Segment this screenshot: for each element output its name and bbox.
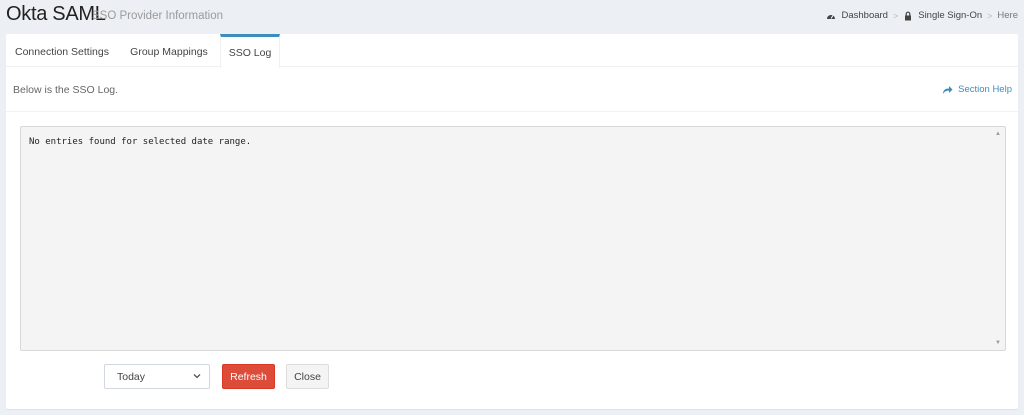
chevron-down-icon <box>193 374 201 379</box>
breadcrumb-separator: > <box>987 10 993 21</box>
sso-log-textarea[interactable]: No entries found for selected date range… <box>20 126 1006 351</box>
close-button[interactable]: Close <box>286 364 329 389</box>
page-subtitle: SSO Provider Information <box>92 10 224 22</box>
tab-sso-log[interactable]: SSO Log <box>220 34 280 68</box>
breadcrumb-single-sign-on[interactable]: Single Sign-On <box>903 10 982 21</box>
lock-icon <box>905 11 912 20</box>
dashboard-icon <box>827 14 836 19</box>
date-range-select[interactable]: Today <box>104 364 210 389</box>
tab-group-mappings[interactable]: Group Mappings <box>118 34 220 67</box>
log-text: No entries found for selected date range… <box>29 137 252 147</box>
tab-bar: Connection Settings Group Mappings SSO L… <box>6 34 1018 68</box>
date-range-value: Today <box>117 370 146 383</box>
breadcrumb-dashboard[interactable]: Dashboard <box>826 10 888 21</box>
refresh-button[interactable]: Refresh <box>222 364 275 389</box>
breadcrumb-current: Here <box>997 10 1018 21</box>
breadcrumb-dashboard-label: Dashboard <box>841 10 888 21</box>
tab-connection-settings[interactable]: Connection Settings <box>6 34 118 67</box>
content-header: Okta SAML SSO Provider Information Dashb… <box>0 0 1024 34</box>
scroll-up-arrow[interactable]: ▲ <box>994 130 1002 138</box>
breadcrumb-single-sign-on-label: Single Sign-On <box>918 10 983 21</box>
page-title: Okta SAML <box>6 3 106 25</box>
section-help-label: Section Help <box>958 84 1012 95</box>
section-help-link[interactable]: Section Help <box>942 84 1012 95</box>
breadcrumb: Dashboard > Single Sign-On > Here <box>826 10 1018 21</box>
sso-panel: Connection Settings Group Mappings SSO L… <box>6 34 1018 409</box>
share-arrow-icon <box>943 85 953 94</box>
breadcrumb-separator: > <box>892 10 899 21</box>
scroll-down-arrow[interactable]: ▼ <box>994 339 1002 347</box>
divider <box>6 111 1018 112</box>
intro-text: Below is the SSO Log. <box>13 84 119 96</box>
